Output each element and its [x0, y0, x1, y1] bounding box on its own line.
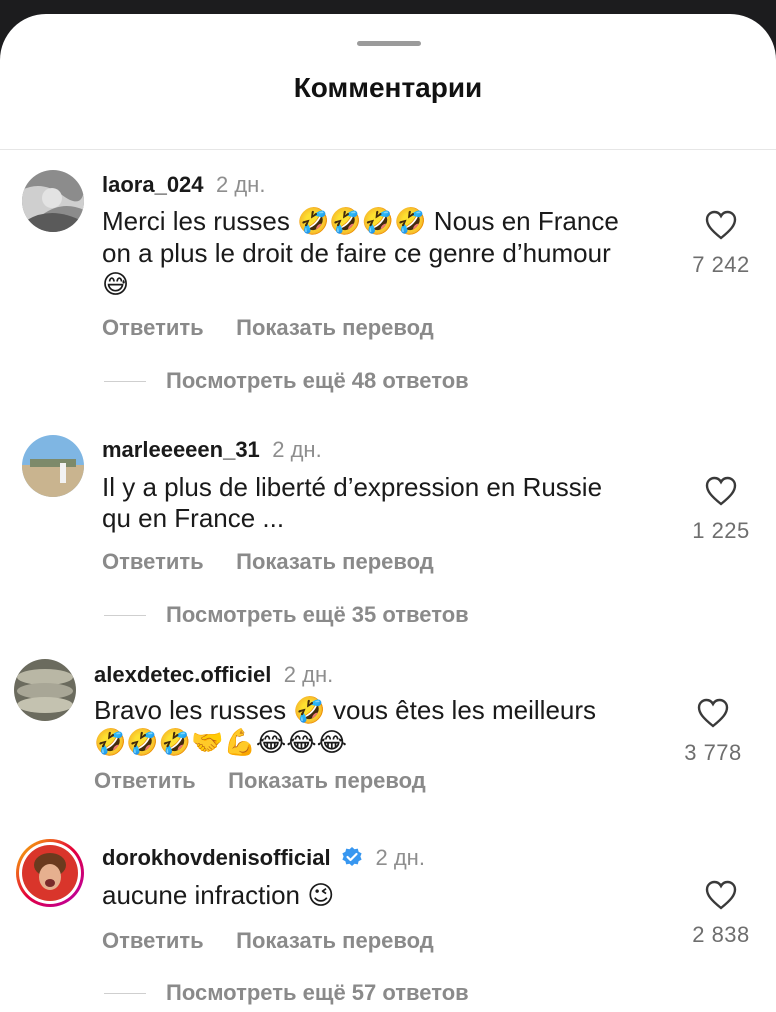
like-count: 7 242	[692, 252, 750, 277]
avatar[interactable]	[22, 170, 84, 232]
avatar[interactable]	[14, 659, 76, 721]
like-area: 2 838	[676, 880, 766, 948]
like-area: 3 778	[668, 698, 758, 766]
emoji-group: 🤣🤣🤣🤣	[297, 207, 427, 237]
reply-button[interactable]: Ответить	[102, 315, 204, 340]
comment-text: Merci les russes 🤣🤣🤣🤣 Nous en France on …	[102, 206, 619, 300]
view-replies[interactable]: Посмотреть ещё 35 ответов	[104, 602, 469, 628]
comment-username[interactable]: alexdetec.officiel	[94, 662, 271, 687]
header-divider	[0, 149, 776, 150]
view-replies[interactable]: Посмотреть ещё 57 ответов	[104, 980, 469, 1006]
comment-username[interactable]: laora_024	[102, 172, 204, 197]
like-count: 1 225	[692, 518, 750, 543]
view-replies-label[interactable]: Посмотреть ещё 48 ответов	[166, 368, 469, 394]
heart-icon[interactable]	[705, 476, 737, 506]
comment-text: aucune infraction 😉	[102, 880, 335, 911]
sheet-grabber[interactable]	[357, 41, 421, 46]
view-replies-label[interactable]: Посмотреть ещё 57 ответов	[166, 980, 469, 1006]
comment-time: 2 дн.	[375, 845, 425, 870]
emoji-group: 🤣	[293, 696, 326, 726]
comment-time: 2 дн.	[272, 437, 322, 462]
replies-line	[104, 380, 146, 382]
like-count: 3 778	[684, 740, 742, 765]
comment-username[interactable]: dorokhovdenisofficial	[102, 845, 331, 870]
heart-icon[interactable]	[697, 698, 729, 728]
view-replies[interactable]: Посмотреть ещё 48 ответов	[104, 368, 469, 394]
comments-sheet: Комментарии laora_024 2 дн. Merci les ru…	[0, 14, 776, 1012]
reply-button[interactable]: Ответить	[102, 928, 204, 953]
translate-button[interactable]: Показать перевод	[228, 768, 426, 793]
page-title: Комментарии	[293, 72, 483, 103]
translate-button[interactable]: Показать перевод	[236, 315, 434, 340]
translate-button[interactable]: Показать перевод	[236, 928, 434, 953]
emoji-group: 😅	[102, 270, 130, 300]
like-count: 2 838	[692, 922, 750, 947]
like-area: 1 225	[676, 476, 766, 544]
avatar[interactable]	[16, 839, 84, 907]
comment-username[interactable]: marleeeeen_31	[102, 437, 260, 462]
reply-button[interactable]: Ответить	[102, 549, 204, 574]
comment-time: 2 дн.	[215, 172, 266, 197]
emoji-group: 😉	[307, 881, 335, 911]
reply-button[interactable]: Ответить	[94, 768, 196, 793]
replies-line	[104, 614, 146, 616]
heart-icon[interactable]	[705, 210, 737, 240]
verified-badge-icon	[342, 847, 362, 866]
like-area: 7 242	[676, 210, 766, 278]
comment-time: 2 дн.	[283, 662, 334, 687]
view-replies-label[interactable]: Посмотреть ещё 35 ответов	[166, 602, 469, 628]
emoji-group: 🤣🤣🤣🤝💪😂😂😂	[94, 728, 348, 758]
avatar[interactable]	[22, 435, 84, 497]
translate-button[interactable]: Показать перевод	[236, 549, 434, 574]
heart-icon[interactable]	[705, 880, 737, 910]
comment-text: Bravo les russes 🤣 vous êtes les meilleu…	[94, 695, 597, 758]
comment-text: Il y a plus de liberté d’expression en R…	[102, 472, 603, 533]
replies-line	[104, 992, 146, 994]
